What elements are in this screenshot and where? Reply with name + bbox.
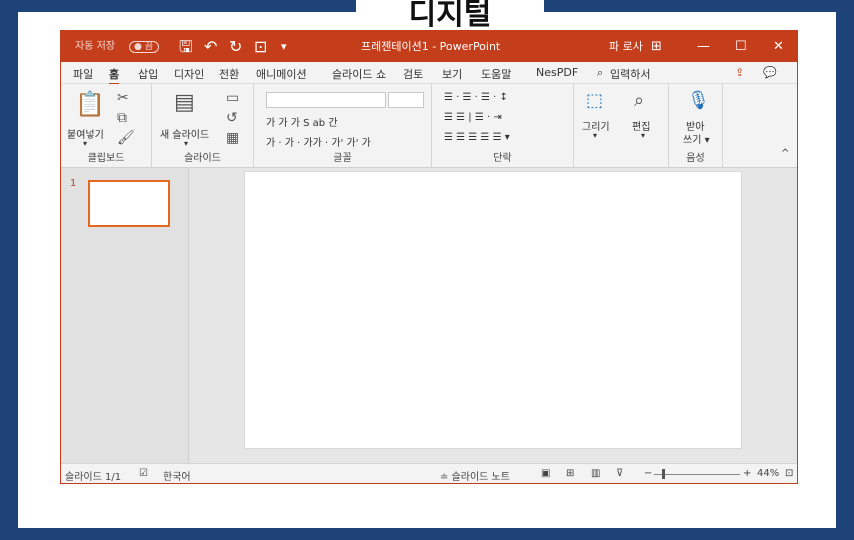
share-icon[interactable]: ⇪	[735, 66, 744, 79]
fit-to-window-icon[interactable]: ⊡	[785, 468, 793, 479]
tab-insert[interactable]: 삽입	[138, 66, 158, 82]
window-title: 프레젠테이션1 - PowerPoint	[361, 40, 501, 53]
group-label-clipboard: 클립보드	[87, 153, 125, 164]
tab-nespdf[interactable]: NesPDF	[536, 66, 578, 79]
undo-icon[interactable]: ↶	[204, 31, 217, 62]
user-name[interactable]: 파 로사	[609, 31, 643, 62]
new-slide-dropdown-icon[interactable]: ▾	[184, 139, 188, 148]
group-paragraph: ☰ · ☰ · ☰ · ↕ ☰ ☰ | ☰ · ⇥ ☰ ☰ ☰ ☰ ☰ ▾ 단락	[432, 84, 574, 168]
tab-slideshow[interactable]: 슬라이드 쇼	[332, 66, 386, 82]
font-size-combo[interactable]	[388, 92, 424, 108]
autosave-label: 자동 저장	[75, 41, 115, 52]
tell-me-input[interactable]: 입력하서	[610, 66, 650, 82]
minimize-icon[interactable]: —	[697, 31, 710, 62]
layout-icon[interactable]: ▭	[226, 90, 239, 106]
notes-button[interactable]: ≐ 슬라이드 노트	[440, 468, 510, 483]
paste-icon[interactable]: 📋	[75, 90, 105, 118]
reset-icon[interactable]: ↺	[226, 110, 238, 126]
tab-home[interactable]: 홈	[109, 66, 120, 85]
tab-file[interactable]: 파일	[73, 66, 93, 82]
microphone-icon[interactable]: 🎙	[687, 90, 710, 111]
new-slide-icon[interactable]: ▤	[174, 90, 195, 115]
redo-icon[interactable]: ↻	[229, 31, 242, 62]
group-label-font: 글꼴	[333, 153, 352, 164]
group-label-voice: 음성	[686, 153, 705, 164]
group-clipboard: 📋 붙여넣기 ▾ ✂ ⧉ 🖌 클립보드	[61, 84, 152, 168]
thumbnail-pane: 1	[61, 168, 189, 463]
group-slides: ▤ 새 슬라이드 ▾ ▭ ↺ ▦ 슬라이드	[152, 84, 254, 168]
slide-sorter-icon[interactable]: ⊞	[566, 468, 574, 479]
language-label[interactable]: 한국어	[163, 468, 191, 483]
paragraph-align-row[interactable]: ☰ ☰ ☰ ☰ ☰ ▾	[444, 132, 510, 143]
status-bar: 슬라이드 1/1 ☑ 한국어 ≐ 슬라이드 노트 ▣ ⊞ ▥ ⊽ − + 44%…	[61, 463, 797, 483]
dictate-label-line2[interactable]: 쓰기 ▾	[683, 131, 710, 146]
zoom-slider-knob[interactable]	[662, 469, 665, 479]
reading-view-icon[interactable]: ▥	[591, 468, 600, 479]
font-format-row[interactable]: 가 가 가 S ab 간	[266, 114, 338, 129]
tab-animations[interactable]: 애니메이션	[256, 66, 307, 82]
autosave-toggle[interactable]: ● 끔	[129, 41, 159, 53]
present-icon[interactable]: ⊡	[254, 31, 267, 62]
group-label-paragraph: 단락	[493, 153, 512, 164]
group-label-slides: 슬라이드	[184, 153, 221, 164]
tab-view[interactable]: 보기	[442, 66, 462, 82]
shapes-icon[interactable]: ⬚	[586, 90, 603, 111]
search-icon[interactable]: ⌕	[597, 66, 603, 80]
collapse-ribbon-icon[interactable]: ^	[781, 148, 789, 159]
group-font: 가 가 가 S ab 간 가 · 가 · 가가 · 가' 가' 가 글꼴	[254, 84, 432, 168]
font-color-row[interactable]: 가 · 가 · 가가 · 가' 가' 가	[266, 134, 371, 149]
zoom-level[interactable]: 44%	[757, 468, 779, 479]
slide-count: 슬라이드 1/1	[65, 472, 122, 483]
find-icon[interactable]: ⌕	[634, 90, 644, 111]
ribbon-display-icon[interactable]: ⊞	[651, 31, 662, 62]
format-painter-icon[interactable]: 🖌	[117, 130, 135, 146]
group-drawing: ⬚ 그리기 ▾ ⌕ 편집 ▾	[574, 84, 669, 168]
cut-icon[interactable]: ✂	[117, 90, 129, 106]
slideshow-view-icon[interactable]: ⊽	[616, 468, 623, 479]
edit-dropdown-icon[interactable]: ▾	[641, 131, 645, 140]
title-bar: 자동 저장 ● 끔 🖫 ↶ ↻ ⊡ ▾ 프레젠테이션1 - PowerPoint…	[61, 31, 797, 62]
zoom-out-button[interactable]: −	[644, 468, 652, 479]
slide-canvas[interactable]	[244, 171, 742, 449]
tab-help[interactable]: 도움말	[481, 66, 511, 82]
group-voice: 🎙 받아 쓰기 ▾ 음성	[669, 84, 723, 168]
ribbon-tabs: 파일 홈 삽입 디자인 전환 애니메이션 슬라이드 쇼 검토 보기 도움말 Ne…	[61, 62, 797, 85]
powerpoint-window: 자동 저장 ● 끔 🖫 ↶ ↻ ⊡ ▾ 프레젠테이션1 - PowerPoint…	[60, 30, 798, 484]
customize-icon[interactable]: ▾	[281, 31, 287, 62]
ribbon: 📋 붙여넣기 ▾ ✂ ⧉ 🖌 클립보드 ▤ 새 슬라이드 ▾ ▭ ↺ ▦ 슬라이…	[61, 84, 797, 168]
paste-dropdown-icon[interactable]: ▾	[83, 139, 87, 148]
workspace: 1	[61, 168, 797, 463]
save-icon[interactable]: 🖫	[179, 31, 193, 62]
normal-view-icon[interactable]: ▣	[541, 468, 550, 479]
outer-frame: 디지털 자동 저장 ● 끔 🖫 ↶ ↻ ⊡ ▾ 프레젠테이션1 - PowerP…	[18, 0, 836, 528]
slide-thumbnail[interactable]	[88, 180, 170, 227]
comments-icon[interactable]: 💬	[763, 66, 777, 79]
banner-title: 디지털	[356, 0, 544, 32]
maximize-icon[interactable]: ☐	[735, 31, 747, 62]
draw-dropdown-icon[interactable]: ▾	[593, 131, 597, 140]
close-icon[interactable]: ✕	[773, 31, 784, 62]
paragraph-list-row[interactable]: ☰ · ☰ · ☰ · ↕	[444, 92, 508, 103]
slide-thumb-number: 1	[70, 178, 77, 189]
spellcheck-icon[interactable]: ☑	[139, 468, 148, 479]
paragraph-indent-row[interactable]: ☰ ☰ | ☰ · ⇥	[444, 112, 502, 123]
zoom-slider-track[interactable]	[654, 474, 740, 475]
tab-review[interactable]: 검토	[403, 66, 423, 82]
tab-design[interactable]: 디자인	[174, 66, 204, 82]
font-name-combo[interactable]	[266, 92, 386, 108]
zoom-in-button[interactable]: +	[743, 468, 751, 479]
copy-icon[interactable]: ⧉	[117, 110, 127, 126]
section-icon[interactable]: ▦	[226, 130, 239, 146]
tab-transitions[interactable]: 전환	[219, 66, 239, 82]
